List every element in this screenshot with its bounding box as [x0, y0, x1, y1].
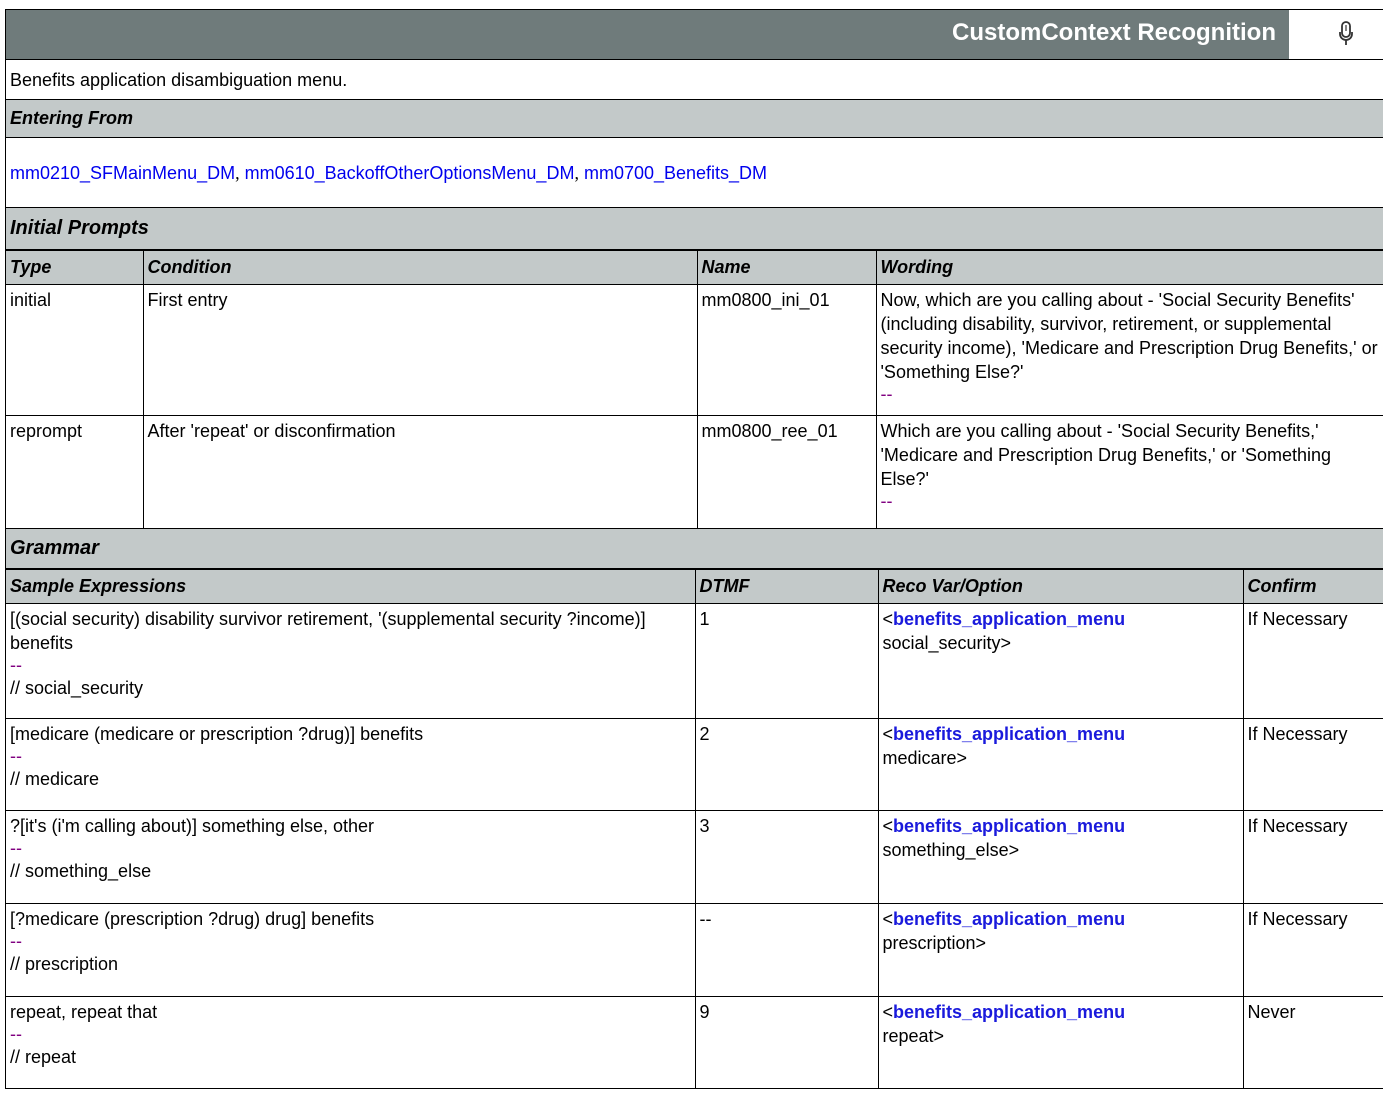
expression-cell: repeat, repeat that -- // repeat [6, 996, 696, 1089]
expression-dashes: -- [10, 931, 22, 951]
sample-expression: [medicare (medicare or prescription ?dru… [10, 724, 424, 744]
expression-comment: // social_security [10, 678, 144, 698]
entering-from-links: mm0210_SFMainMenu_DM, mm0610_BackoffOthe… [6, 138, 1383, 208]
reco-var-link[interactable]: benefits_application_menu [893, 816, 1125, 836]
expression-dashes: -- [10, 838, 22, 858]
microphone-icon [1339, 21, 1353, 45]
expression-dashes: -- [10, 1024, 22, 1044]
reco-var-link[interactable]: benefits_application_menu [893, 1002, 1125, 1022]
prompt-wording: Which are you calling about - 'Social Se… [880, 421, 1332, 489]
var-prefix: < [882, 724, 894, 744]
prompt-condition: First entry [142, 284, 698, 416]
initial-prompts-header: Initial Prompts [6, 208, 1383, 250]
var-prefix: < [882, 909, 894, 929]
prompt-name: mm0800_ini_01 [696, 284, 877, 416]
grammar-header-row: Sample Expressions DTMF Reco Var/Option … [6, 569, 1383, 604]
col-condition: Condition [142, 250, 698, 285]
grammar-table: Sample Expressions DTMF Reco Var/Option … [6, 569, 1383, 1089]
prompts-header-row: Type Condition Name Wording [6, 250, 1383, 285]
reco-var-cell: <benefits_application_menu social_securit… [877, 603, 1244, 719]
reco-var-value: prescription> [882, 933, 987, 953]
expression-cell: [?medicare (prescription ?drug) drug] be… [6, 903, 696, 997]
prompt-wording-cell: Which are you calling about - 'Social Se… [875, 415, 1383, 529]
grammar-row: ?[it's (i'm calling about)] something el… [6, 810, 1383, 904]
col-type: Type [6, 250, 144, 285]
reco-var-cell: <benefits_application_menu prescription> [877, 903, 1244, 997]
confirm-value: If Necessary [1242, 718, 1383, 811]
expression-cell: [(social security) disability survivor r… [6, 603, 696, 719]
var-prefix: < [882, 609, 894, 629]
col-confirm: Confirm [1242, 569, 1383, 604]
prompt-row: initial First entry mm0800_ini_01 Now, w… [6, 284, 1383, 416]
entering-from-header: Entering From [6, 100, 1383, 138]
var-prefix: < [882, 1002, 894, 1022]
entering-link-main-menu[interactable]: mm0210_SFMainMenu_DM [10, 163, 235, 183]
expression-cell: [medicare (medicare or prescription ?dru… [6, 718, 696, 811]
prompt-wording-cell: Now, which are you calling about - 'Soci… [875, 284, 1383, 416]
prompt-type: reprompt [6, 415, 144, 529]
entering-link-backoff-menu[interactable]: mm0610_BackoffOtherOptionsMenu_DM [245, 163, 575, 183]
col-wording: Wording [875, 250, 1383, 285]
prompt-dashes: -- [880, 491, 893, 511]
state-type-title: CustomContext Recognition [952, 19, 1276, 46]
confirm-value: If Necessary [1242, 810, 1383, 904]
dtmf-value: 1 [694, 603, 879, 719]
sample-expression: ?[it's (i'm calling about)] something el… [10, 816, 375, 836]
grammar-header: Grammar [6, 529, 1383, 569]
grammar-row: [?medicare (prescription ?drug) drug] be… [6, 903, 1383, 997]
initial-prompts-table: Type Condition Name Wording initial Firs… [6, 250, 1383, 529]
reco-var-link[interactable]: benefits_application_menu [893, 609, 1125, 629]
confirm-value: Never [1242, 996, 1383, 1089]
col-reco-var: Reco Var/Option [877, 569, 1244, 604]
prompt-name: mm0800_ree_01 [696, 415, 877, 529]
dtmf-value: 3 [694, 810, 879, 904]
expression-cell: ?[it's (i'm calling about)] something el… [6, 810, 696, 904]
prompt-wording: Now, which are you calling about - 'Soci… [880, 290, 1378, 382]
dtmf-value: 2 [694, 718, 879, 811]
grammar-row: repeat, repeat that -- // repeat 9 <bene… [6, 996, 1383, 1089]
grammar-row: [medicare (medicare or prescription ?dru… [6, 718, 1383, 811]
link-separator: , [235, 163, 240, 183]
expression-comment: // repeat [10, 1047, 77, 1067]
entering-link-benefits[interactable]: mm0700_Benefits_DM [584, 163, 767, 183]
col-name: Name [696, 250, 877, 285]
col-dtmf: DTMF [694, 569, 879, 604]
confirm-value: If Necessary [1242, 603, 1383, 719]
reco-var-cell: <benefits_application_menu repeat> [877, 996, 1244, 1089]
dtmf-value: -- [694, 903, 879, 997]
reco-var-cell: <benefits_application_menu medicare> [877, 718, 1244, 811]
prompt-dashes: -- [880, 384, 893, 404]
reco-var-value: repeat> [882, 1026, 945, 1046]
prompt-type: initial [6, 284, 144, 416]
prompt-row: reprompt After 'repeat' or disconfirmati… [6, 415, 1383, 529]
col-sample-expressions: Sample Expressions [6, 569, 696, 604]
link-separator: , [574, 163, 579, 183]
dialog-spec-document: CustomContext Recognition Benefits appli… [5, 9, 1383, 1089]
grammar-row: [(social security) disability survivor r… [6, 603, 1383, 719]
reco-var-value: social_security> [882, 633, 1012, 653]
reco-var-value: medicare> [882, 748, 968, 768]
sample-expression: repeat, repeat that [10, 1002, 158, 1022]
sample-expression: [?medicare (prescription ?drug) drug] be… [10, 909, 375, 929]
dtmf-value: 9 [694, 996, 879, 1089]
expression-dashes: -- [10, 655, 22, 675]
sample-expression: [(social security) disability survivor r… [10, 609, 646, 653]
prompt-condition: After 'repeat' or disconfirmation [142, 415, 698, 529]
expression-comment: // prescription [10, 954, 119, 974]
var-prefix: < [882, 816, 894, 836]
reco-var-cell: <benefits_application_menu something_else… [877, 810, 1244, 904]
state-title-bar: CustomContext Recognition [6, 9, 1383, 60]
expression-dashes: -- [10, 746, 22, 766]
reco-var-value: something_else> [882, 840, 1020, 860]
state-description: Benefits application disambiguation menu… [6, 60, 1383, 100]
expression-comment: // something_else [10, 861, 152, 881]
reco-var-link[interactable]: benefits_application_menu [893, 724, 1125, 744]
expression-comment: // medicare [10, 769, 100, 789]
confirm-value: If Necessary [1242, 903, 1383, 997]
mic-box [1289, 10, 1383, 59]
reco-var-link[interactable]: benefits_application_menu [893, 909, 1125, 929]
